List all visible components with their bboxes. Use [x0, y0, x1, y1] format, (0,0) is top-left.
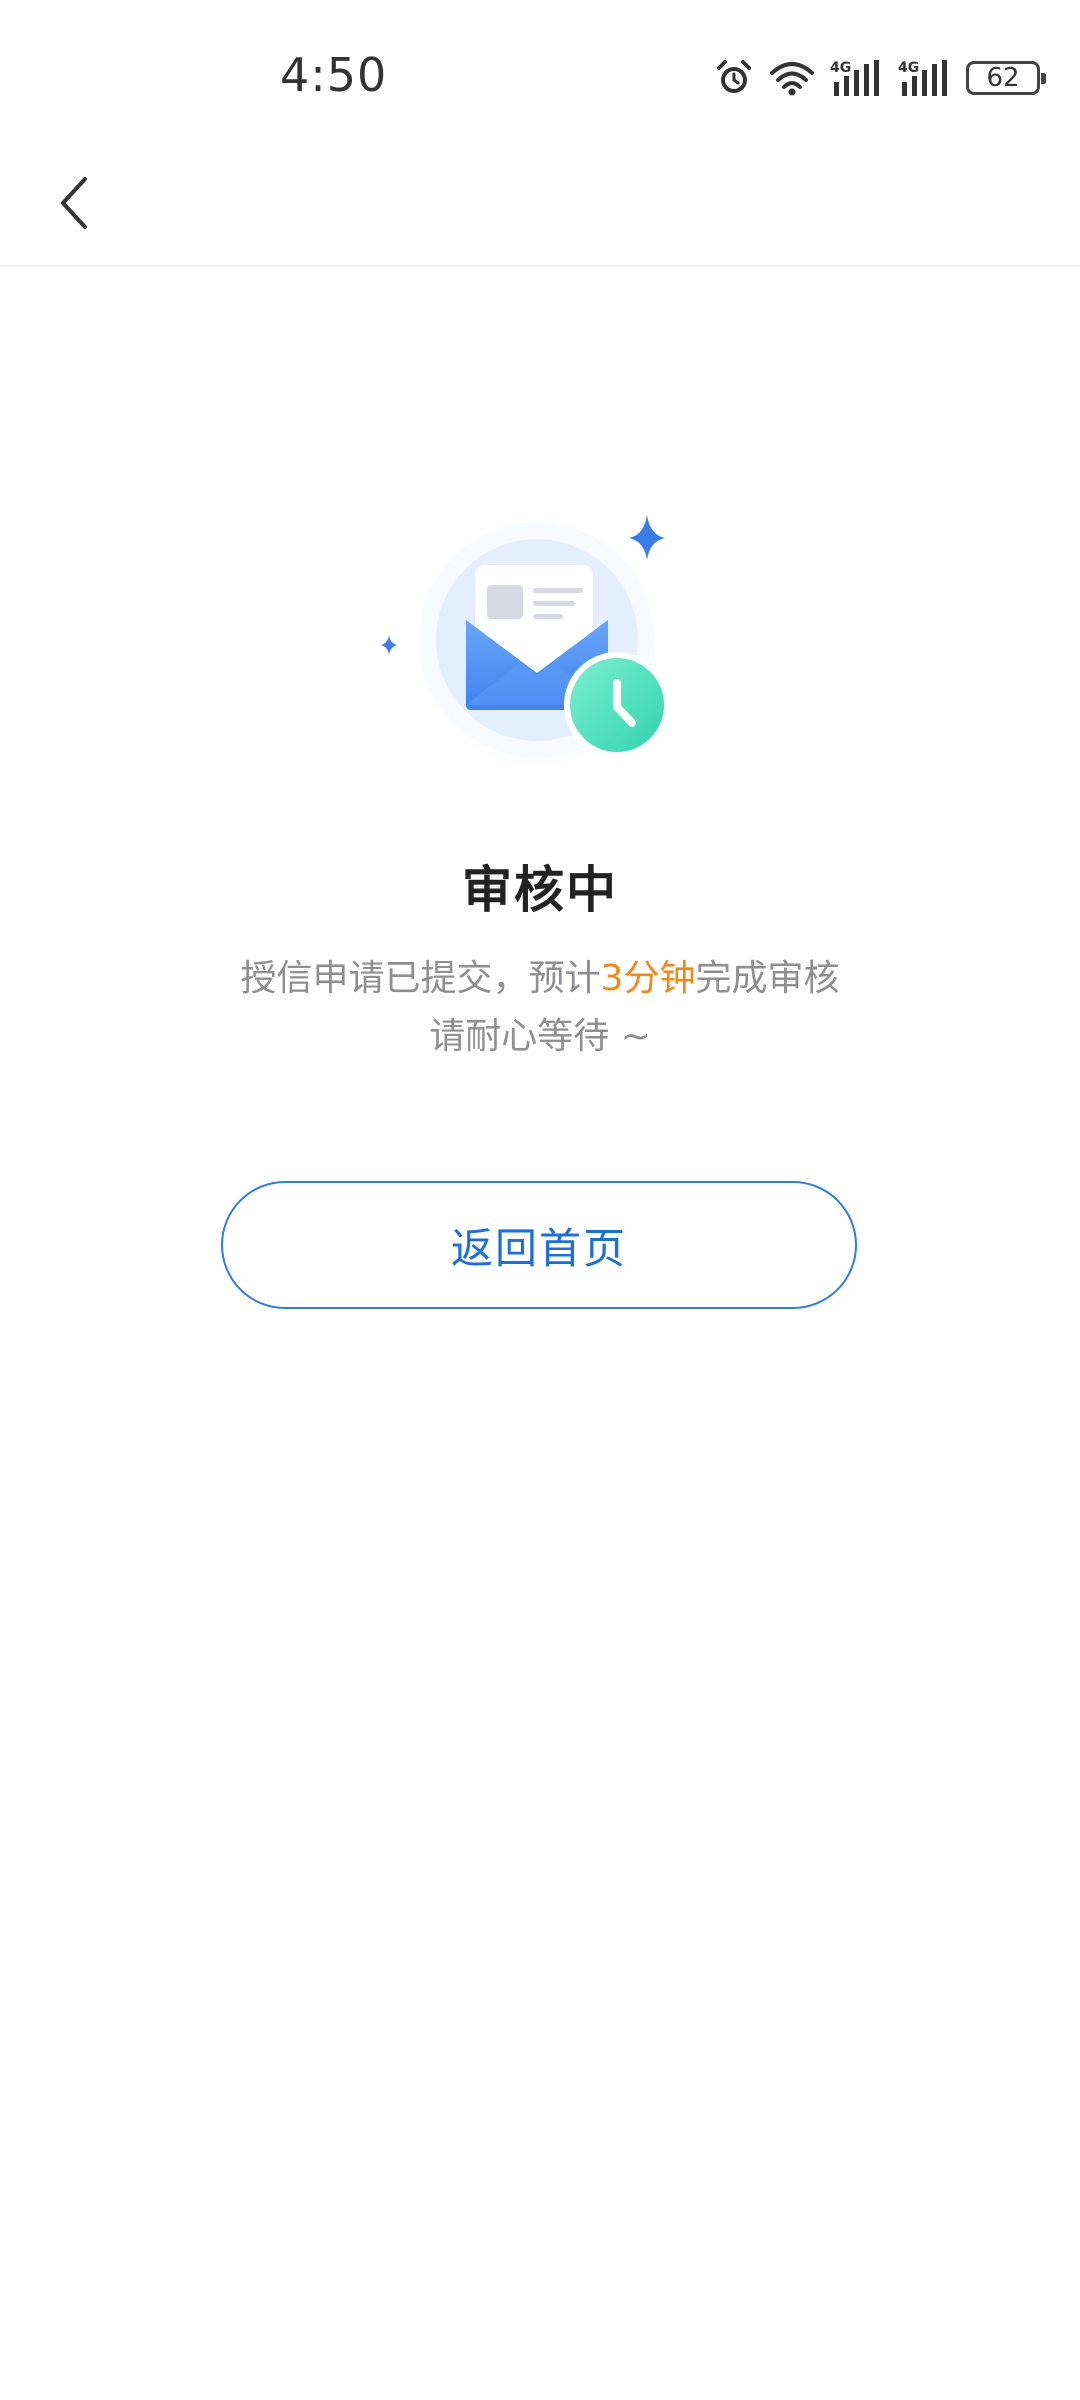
back-button[interactable]	[40, 168, 110, 238]
nav-bar	[0, 150, 1080, 267]
battery-icon: 62	[966, 61, 1046, 95]
wifi-icon	[768, 59, 816, 97]
status-description: 授信申请已提交，预计3分钟完成审核 请耐心等待 ~	[0, 950, 1080, 1066]
description-line-2: 请耐心等待 ~	[429, 1016, 651, 1057]
return-home-button[interactable]: 返回首页	[221, 1181, 857, 1309]
description-prefix: 授信申请已提交，预计	[240, 958, 601, 999]
description-suffix: 完成审核	[695, 958, 840, 999]
signal-4g-icon-2: 4G	[898, 58, 952, 98]
page-title: 审核中	[462, 861, 618, 919]
envelope-clock-icon	[370, 505, 690, 795]
status-icons: 4G 4G 62	[714, 56, 1046, 100]
svg-text:4G: 4G	[830, 60, 851, 76]
svg-text:4G: 4G	[898, 60, 919, 76]
description-line-1: 授信申请已提交，预计3分钟完成审核	[0, 950, 1080, 1008]
chevron-left-icon	[61, 177, 87, 229]
alarm-icon	[714, 58, 754, 98]
signal-4g-icon: 4G	[830, 58, 884, 98]
battery-level: 62	[986, 63, 1020, 93]
status-time: 4:50	[280, 48, 388, 102]
status-bar: 4:50 4G 4G 62	[0, 0, 1080, 150]
estimated-time: 3分钟	[600, 958, 696, 999]
